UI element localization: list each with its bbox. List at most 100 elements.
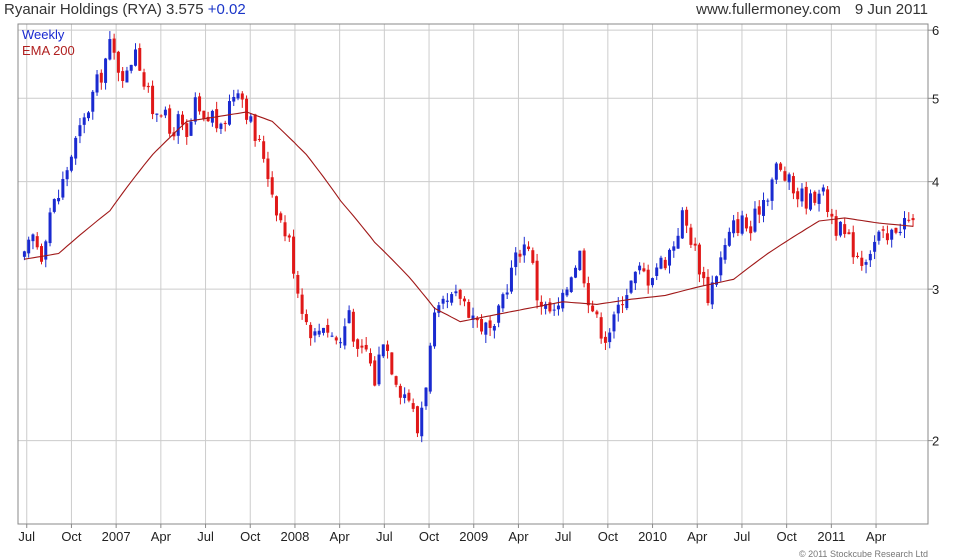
candle-body bbox=[219, 123, 223, 129]
candle-body bbox=[151, 85, 155, 115]
candle-body bbox=[398, 385, 402, 398]
candle-body bbox=[356, 339, 360, 349]
x-tick-label: Oct bbox=[777, 529, 798, 544]
x-tick-label: Oct bbox=[419, 529, 440, 544]
candle-body bbox=[266, 158, 270, 180]
candle-body bbox=[509, 267, 513, 292]
candle-body bbox=[283, 222, 287, 237]
candle-body bbox=[304, 314, 308, 323]
candle-body bbox=[659, 257, 663, 269]
candle-body bbox=[826, 189, 830, 212]
candle-body bbox=[800, 188, 804, 202]
candle-body bbox=[646, 269, 650, 286]
candle-body bbox=[373, 360, 377, 386]
candle-body bbox=[61, 178, 65, 198]
candle-body bbox=[407, 392, 411, 401]
candle-body bbox=[796, 191, 800, 200]
x-tick-label: Apr bbox=[151, 529, 172, 544]
candle-body bbox=[578, 250, 582, 271]
candle-body bbox=[642, 268, 646, 272]
candle-body bbox=[262, 141, 266, 159]
candle-body bbox=[663, 259, 667, 269]
candle-body bbox=[817, 193, 821, 204]
candle-body bbox=[403, 394, 407, 399]
candle-body bbox=[881, 229, 885, 231]
candle-body bbox=[351, 311, 355, 342]
candle-body bbox=[57, 197, 61, 202]
x-tick-label: Apr bbox=[330, 529, 351, 544]
candle-body bbox=[381, 344, 385, 357]
candle-body bbox=[142, 72, 146, 87]
x-tick-label: 2008 bbox=[280, 529, 309, 544]
candle-body bbox=[894, 227, 898, 233]
candle-body bbox=[838, 221, 842, 236]
candle-body bbox=[326, 324, 330, 333]
candle-body bbox=[766, 200, 770, 202]
candle-body bbox=[330, 335, 334, 337]
candle-body bbox=[638, 265, 642, 271]
candle-body bbox=[907, 219, 911, 221]
candle-body bbox=[454, 291, 458, 294]
candle-body bbox=[343, 326, 347, 346]
candle-body bbox=[48, 212, 52, 244]
candle-body bbox=[740, 215, 744, 234]
candle-body bbox=[163, 109, 167, 116]
candle-body bbox=[629, 280, 633, 293]
candle-body bbox=[488, 320, 492, 328]
candle-body bbox=[292, 236, 296, 274]
candle-body bbox=[847, 232, 851, 235]
candle-body bbox=[69, 156, 73, 171]
copyright-note: © 2011 Stockcube Research Ltd bbox=[798, 549, 928, 559]
candle-body bbox=[697, 244, 701, 275]
candle-body bbox=[309, 324, 313, 339]
candle-body bbox=[706, 276, 710, 304]
candle-body bbox=[339, 342, 343, 344]
candle-body bbox=[441, 298, 445, 304]
candle-body bbox=[95, 74, 99, 93]
candle-body bbox=[727, 231, 731, 246]
candle-body bbox=[809, 193, 813, 210]
candle-body bbox=[202, 110, 206, 119]
y-tick-label: 2 bbox=[932, 434, 939, 449]
candle-body bbox=[44, 241, 48, 260]
candle-body bbox=[732, 220, 736, 234]
candle-body bbox=[599, 317, 603, 339]
candle-body bbox=[603, 336, 607, 343]
candle-body bbox=[890, 229, 894, 240]
candle-body bbox=[736, 219, 740, 234]
candle-body bbox=[582, 250, 586, 284]
candle-body bbox=[710, 282, 714, 305]
candle-body bbox=[121, 71, 125, 82]
candle-body bbox=[433, 312, 437, 347]
candle-body bbox=[347, 310, 351, 324]
candle-body bbox=[877, 231, 881, 241]
candle-body bbox=[287, 235, 291, 238]
candle-body bbox=[138, 47, 142, 71]
x-tick-label: Apr bbox=[508, 529, 529, 544]
candle-body bbox=[903, 218, 907, 230]
candle-body bbox=[411, 403, 415, 409]
candle-body bbox=[168, 108, 172, 134]
candle-body bbox=[749, 226, 753, 234]
candle-body bbox=[458, 289, 462, 299]
candle-body bbox=[274, 196, 278, 216]
x-tick-label: Jul bbox=[18, 529, 35, 544]
candle-body bbox=[821, 187, 825, 192]
candle-body bbox=[616, 304, 620, 314]
candle-body bbox=[633, 271, 637, 284]
candle-body bbox=[672, 246, 676, 251]
candle-body bbox=[91, 91, 95, 112]
candle-body bbox=[270, 177, 274, 195]
candle-body bbox=[104, 58, 108, 83]
candle-body bbox=[437, 305, 441, 313]
y-tick-label: 4 bbox=[932, 175, 939, 190]
candle-body bbox=[898, 231, 902, 233]
candle-body bbox=[723, 245, 727, 260]
candle-body bbox=[215, 109, 219, 129]
candle-body bbox=[783, 171, 787, 181]
candle-body bbox=[484, 322, 488, 335]
candle-body bbox=[129, 64, 133, 71]
candle-body bbox=[804, 186, 808, 209]
candle-body bbox=[501, 294, 505, 309]
candle-body bbox=[621, 304, 625, 306]
